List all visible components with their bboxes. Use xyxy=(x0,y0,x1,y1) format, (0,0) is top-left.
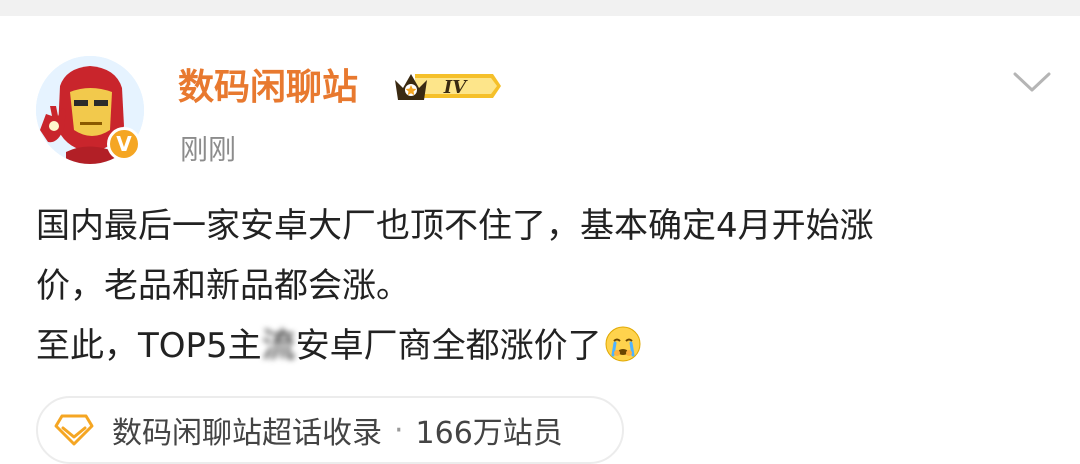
post-text-line-1: 国内最后一家安卓大厂也顶不住了，基本确定4月开始涨 xyxy=(36,206,874,246)
topic-name: 数码闲聊站超话收录 xyxy=(112,416,382,451)
post-text-line-3: 至此，TOP5主流安卓厂商全都涨价了 xyxy=(36,316,1046,376)
verified-badge: V xyxy=(107,127,141,161)
post-text-line-3-a: 至此，TOP5主 xyxy=(36,326,262,366)
verified-v-icon: V xyxy=(116,132,132,156)
post-text-line-3-b: 安卓厂商全都涨价了 xyxy=(295,326,602,366)
diamond-icon xyxy=(54,414,94,446)
crying-face-emoji-icon xyxy=(605,326,641,362)
level-text: IV xyxy=(443,77,468,98)
crown-level-badge-icon[interactable]: IV xyxy=(393,66,501,106)
chevron-down-icon[interactable] xyxy=(1012,70,1052,94)
topic-separator: · xyxy=(394,412,404,448)
post-text-blurred: 流 xyxy=(261,326,296,366)
post-timestamp: 刚刚 xyxy=(180,133,237,166)
super-topic-pill[interactable]: 数码闲聊站超话收录 · 166万站员 xyxy=(36,396,624,464)
username[interactable]: 数码闲聊站 xyxy=(178,64,358,112)
topic-members: 166万站员 xyxy=(415,416,563,451)
top-strip xyxy=(0,0,1080,16)
post-text-line-2: 价，老品和新品都会涨。 xyxy=(36,266,410,306)
post-content: 国内最后一家安卓大厂也顶不住了，基本确定4月开始涨 价，老品和新品都会涨。 至此… xyxy=(36,196,1046,376)
